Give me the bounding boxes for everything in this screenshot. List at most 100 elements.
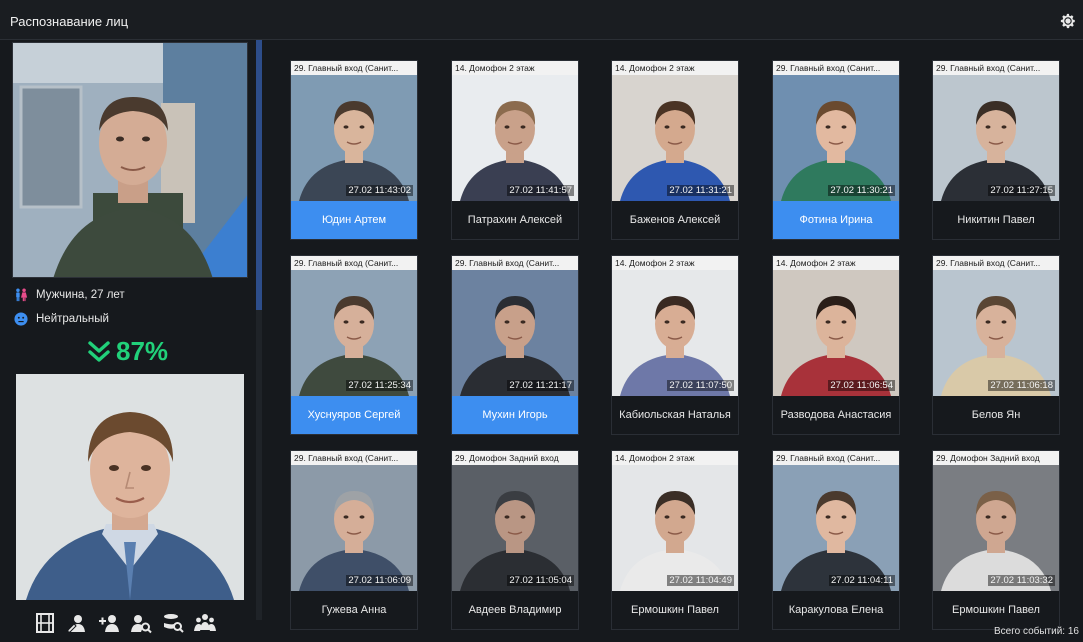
event-timestamp: 27.02 11:30:21 [828,185,895,196]
event-timestamp: 27.02 11:06:09 [346,575,413,586]
event-camera-label: 14. Домофон 2 этаж [612,256,738,270]
event-timestamp: 27.02 11:21:17 [507,380,574,391]
event-timestamp: 27.02 11:03:32 [988,575,1055,586]
event-face-snapshot [773,465,899,591]
event-timestamp: 27.02 11:27:15 [988,185,1055,196]
event-camera-label: 14. Домофон 2 этаж [612,61,738,75]
event-timestamp: 27.02 11:06:18 [988,380,1055,391]
gear-icon[interactable] [1059,12,1077,30]
event-card[interactable]: 29. Главный вход (Санит... 27.02 11:43:02… [290,60,418,240]
event-person-name: Ермошкин Павел [631,604,719,616]
event-card[interactable]: 29. Главный вход (Санит... 27.02 11:04:11… [772,450,900,630]
event-card[interactable]: 29. Главный вход (Санит... 27.02 11:06:18… [932,255,1060,435]
event-person-name: Фотина Ирина [773,201,899,239]
event-person-name: Мухин Игорь [452,396,578,434]
event-face-snapshot [291,270,417,396]
window-title: Распознавание лиц [10,14,129,29]
gender-age-text: Мужчина, 27 лет [36,289,125,301]
event-camera-label: 29. Главный вход (Санит... [933,61,1059,75]
event-person-name: Никитин Павел [957,214,1035,226]
event-face-snapshot [773,270,899,396]
event-card[interactable]: 29. Главный вход (Санит... 27.02 11:06:09… [290,450,418,630]
event-camera-label: 29. Домофон Задний вход [933,451,1059,465]
event-timestamp: 27.02 11:07:50 [667,380,734,391]
event-camera-label: 29. Главный вход (Санит... [291,451,417,465]
event-camera-label: 29. Главный вход (Санит... [933,256,1059,270]
scrollbar-thumb[interactable] [256,40,262,310]
event-person-name: Гужева Анна [321,604,387,616]
subject-panel: Мужчина, 27 лет Нейтральный 87% [0,40,258,642]
subject-toolbar [34,612,216,634]
event-timestamp: 27.02 11:06:54 [828,380,895,391]
event-card[interactable]: 14. Домофон 2 этаж 27.02 11:41:57 Патрахин… [451,60,579,240]
edit-person-icon[interactable] [66,612,88,634]
add-person-icon[interactable] [98,612,120,634]
event-camera-label: 29. Главный вход (Санит... [291,61,417,75]
event-person-name: Юдин Артем [291,201,417,239]
title-bar: Распознавание лиц [0,0,1083,40]
search-person-icon[interactable] [130,612,152,634]
event-card[interactable]: 29. Главный вход (Санит... 27.02 11:25:34… [290,255,418,435]
event-timestamp: 27.02 11:04:49 [667,575,734,586]
event-camera-label: 29. Главный вход (Санит... [452,256,578,270]
event-card[interactable]: 29. Главный вход (Санит... 27.02 11:27:15… [932,60,1060,240]
event-face-snapshot [612,465,738,591]
event-face-snapshot [933,270,1059,396]
event-person-name: Разводова Анастасия [780,409,892,421]
event-timestamp: 27.02 11:43:02 [346,185,413,196]
event-face-snapshot [452,270,578,396]
search-database-icon[interactable] [162,612,184,634]
group-icon[interactable] [194,612,216,634]
event-card[interactable]: 14. Домофон 2 этаж 27.02 11:04:49 Ермошкин… [611,450,739,630]
event-timestamp: 27.02 11:25:34 [346,380,413,391]
event-card[interactable]: 14. Домофон 2 этаж 27.02 11:07:50 Кабиольс… [611,255,739,435]
event-camera-label: 29. Главный вход (Санит... [291,256,417,270]
event-camera-label: 14. Домофон 2 этаж [612,451,738,465]
event-person-name: Авдеев Владимир [468,604,562,616]
event-card[interactable]: 14. Домофон 2 этаж 27.02 11:06:54 Разводов… [772,255,900,435]
event-person-name: Ермошкин Павел [952,604,1040,616]
event-face-snapshot [612,270,738,396]
event-timestamp: 27.02 11:41:57 [507,185,574,196]
match-score-value: 87% [116,336,169,366]
event-face-snapshot [933,75,1059,201]
film-icon[interactable] [34,612,56,634]
event-timestamp: 27.02 11:04:11 [829,575,895,586]
gender-icon [16,288,28,302]
event-person-name: Хуснуяров Сергей [291,396,417,434]
neutral-face-icon [14,312,28,326]
event-camera-label: 29. Главный вход (Санит... [773,61,899,75]
event-card[interactable]: 29. Главный вход (Санит... 27.02 11:30:21… [772,60,900,240]
event-person-name: Белов Ян [971,409,1021,421]
event-face-snapshot [291,75,417,201]
event-face-snapshot [452,75,578,201]
event-face-snapshot [612,75,738,201]
event-timestamp: 27.02 11:31:21 [667,185,734,196]
reference-face-photo [16,374,244,600]
emotion-text: Нейтральный [36,313,109,325]
event-face-snapshot [773,75,899,201]
emotion-attribute: Нейтральный [14,312,109,326]
event-face-snapshot [291,465,417,591]
event-camera-label: 29. Главный вход (Санит... [773,451,899,465]
gender-age-attribute: Мужчина, 27 лет [14,288,125,302]
event-card[interactable]: 14. Домофон 2 этаж 27.02 11:31:21 Баженов … [611,60,739,240]
event-face-snapshot [452,465,578,591]
event-person-name: Каракулова Елена [788,604,884,616]
live-face-snapshot [12,42,248,278]
event-face-snapshot [933,465,1059,591]
match-score: 87% [86,336,168,367]
event-camera-label: 14. Домофон 2 этаж [773,256,899,270]
double-chevron-down-icon [88,340,110,362]
event-card[interactable]: 29. Главный вход (Санит... 27.02 11:21:17… [451,255,579,435]
event-card[interactable]: 29. Домофон Задний вход 27.02 11:05:04 Авд… [451,450,579,630]
event-person-name: Патрахин Алексей [467,214,563,226]
panel-scrollbar[interactable] [256,40,262,620]
total-events: Всего событий: 16 [993,626,1079,637]
event-camera-label: 14. Домофон 2 этаж [452,61,578,75]
event-camera-label: 29. Домофон Задний вход [452,451,578,465]
event-card[interactable]: 29. Домофон Задний вход 27.02 11:03:32 Ерм… [932,450,1060,630]
event-person-name: Кабиольская Наталья [619,409,731,421]
event-person-name: Баженов Алексей [629,214,721,226]
event-timestamp: 27.02 11:05:04 [507,575,574,586]
